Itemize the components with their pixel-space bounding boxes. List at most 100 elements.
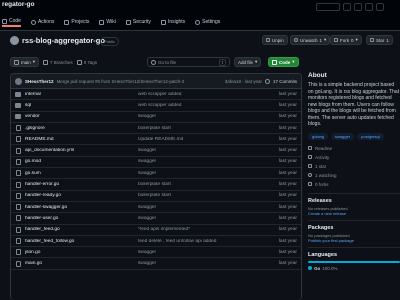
branches-link[interactable]: 7 Branches: [43, 59, 73, 65]
tab-actions[interactable]: Actions: [30, 17, 54, 27]
file-commit-message[interactable]: swagger: [138, 216, 268, 221]
repo-path[interactable]: regator-go: [2, 1, 35, 8]
file-row[interactable]: handler-ready.go boilerplate start last ye…: [11, 191, 301, 202]
file-row[interactable]: main.go swagger last year: [11, 258, 301, 270]
fork-button[interactable]: Fork 0 ▾: [330, 35, 362, 45]
file-commit-message[interactable]: swagger: [138, 261, 268, 266]
commit-message[interactable]: Merge pull request #5 from SHessTher12/S…: [57, 79, 185, 84]
avatar[interactable]: [10, 36, 19, 45]
file-row[interactable]: README.md Update README.md last year: [11, 134, 301, 146]
tab-projects[interactable]: Projects: [64, 17, 89, 27]
file-name[interactable]: handler-ready.go: [25, 193, 138, 198]
author-avatar[interactable]: [15, 77, 22, 85]
file-row[interactable]: json.go swagger last year: [11, 247, 301, 259]
topic-tag[interactable]: postgresql: [357, 132, 384, 140]
publish-package-link[interactable]: Publish your first package: [308, 238, 400, 243]
file-commit-message[interactable]: swagger: [138, 205, 268, 210]
commit-hash[interactable]: 3afea18 · last year: [225, 79, 262, 84]
file-row[interactable]: go.sum swagger last year: [11, 168, 301, 180]
topic-tag[interactable]: golang: [308, 132, 329, 140]
language-item[interactable]: Go 100.0%: [308, 266, 400, 271]
file-commit-message[interactable]: swagger: [138, 114, 268, 119]
file-name[interactable]: handler_feed.go: [25, 227, 138, 232]
tags-link[interactable]: 0 Tags: [76, 59, 97, 65]
file-name[interactable]: api_documentation.yml: [25, 148, 138, 153]
file-commit-message[interactable]: swagger: [138, 148, 268, 153]
plus-icon[interactable]: [343, 3, 351, 11]
pull-requests-icon[interactable]: [365, 3, 373, 11]
tab-settings[interactable]: Settings: [195, 17, 220, 27]
add-file-button[interactable]: Add file ▾: [234, 57, 262, 67]
file-name[interactable]: .gitignore: [25, 126, 138, 131]
file-row[interactable]: handler-error.go boilerplate start last ye…: [11, 179, 301, 191]
file-commit-message[interactable]: boilerplate start: [138, 126, 268, 131]
file-commit-message[interactable]: web scrapper added: [138, 92, 268, 97]
unpin-button[interactable]: Unpin: [262, 35, 288, 45]
file-row[interactable]: go.mod swagger last year: [11, 157, 301, 169]
file-row[interactable]: handler_feed.go *feed apis implemented* la…: [11, 225, 301, 236]
forks-link[interactable]: 0 forks: [308, 180, 400, 189]
top-search[interactable]: [316, 3, 384, 11]
file-name[interactable]: main.go: [25, 261, 138, 266]
tab-code[interactable]: Code: [2, 17, 21, 27]
file-name[interactable]: go.mod: [25, 159, 138, 164]
repo-name[interactable]: rss-blog-aggregator-go: [22, 36, 105, 45]
star-button[interactable]: Star 1: [366, 35, 393, 45]
file-row[interactable]: handler-swagger.go swagger last year: [11, 202, 301, 214]
topic-tag[interactable]: swagger: [331, 132, 355, 140]
stars-link[interactable]: 1 star: [308, 162, 400, 171]
file-commit-message[interactable]: swagger: [138, 171, 268, 176]
file-name[interactable]: handler_feed_follow.go: [25, 239, 138, 244]
star-count: 1: [386, 37, 389, 43]
file-commit-message[interactable]: swagger: [138, 250, 268, 255]
tab-insights[interactable]: Insights: [160, 17, 185, 27]
file-row[interactable]: .gitignore boilerplate start last year: [11, 123, 301, 135]
tab-security[interactable]: Security: [125, 17, 151, 27]
activity-link[interactable]: Activity: [308, 153, 400, 162]
file-row[interactable]: vendor swagger last year: [11, 112, 301, 123]
chevron-down-icon: ▾: [255, 59, 258, 64]
inbox-icon[interactable]: [376, 3, 384, 11]
file-row[interactable]: internal web scrapper added last year: [11, 89, 301, 101]
file-name[interactable]: json.go: [25, 250, 138, 255]
file-row[interactable]: api_documentation.yml swagger last year: [11, 145, 301, 157]
file-row[interactable]: handler-user.go swagger last year: [11, 213, 301, 225]
file-icon: [15, 136, 21, 143]
file-name[interactable]: handler-swagger.go: [25, 205, 138, 210]
file-commit-message[interactable]: swagger: [138, 159, 268, 164]
file-row[interactable]: sql web scrapper added last year: [11, 100, 301, 112]
file-name[interactable]: vendor: [25, 114, 138, 119]
file-name[interactable]: handler-user.go: [25, 216, 138, 221]
unwatch-button[interactable]: Unwatch 1 ▾: [290, 35, 331, 45]
file-commit-message[interactable]: *feed apis implemented*: [138, 227, 268, 232]
packages-heading[interactable]: Packages: [308, 225, 400, 231]
issues-icon[interactable]: [354, 3, 362, 11]
commits-link[interactable]: 17 Commits: [273, 79, 297, 84]
go-to-file-input[interactable]: Go to file t: [147, 57, 230, 67]
file-name[interactable]: internal: [25, 92, 138, 97]
divider: [308, 192, 400, 194]
tab-wiki[interactable]: Wiki: [99, 17, 116, 27]
file-name[interactable]: go.sum: [25, 171, 138, 176]
branch-selector[interactable]: main ▾: [10, 57, 40, 67]
file-commit-message[interactable]: boilerplate start: [138, 193, 268, 198]
file-commit-message[interactable]: feed delete , feed unfollow api added: [138, 239, 268, 244]
branch-icon: [14, 59, 19, 65]
search-box[interactable]: [316, 3, 340, 11]
readme-link[interactable]: Readme: [308, 144, 400, 153]
watchers-link[interactable]: 1 watching: [308, 171, 400, 180]
file-name[interactable]: sql: [25, 103, 138, 108]
file-row[interactable]: handler_feed_follow.go feed delete , feed…: [11, 236, 301, 248]
file-commit-message[interactable]: boilerplate start: [138, 182, 268, 187]
languages-heading: Languages: [308, 251, 338, 258]
create-release-link[interactable]: Create a new release: [308, 211, 400, 216]
commit-author[interactable]: SHessTher12: [25, 79, 54, 84]
code-button[interactable]: Code ▾: [268, 57, 299, 67]
file-icon: [15, 226, 21, 233]
fork-icon: [308, 182, 312, 186]
file-name[interactable]: handler-error.go: [25, 182, 138, 187]
file-commit-message[interactable]: web scrapper added: [138, 103, 268, 108]
file-name[interactable]: README.md: [25, 137, 138, 142]
releases-heading[interactable]: Releases: [308, 198, 400, 204]
file-commit-message[interactable]: Update README.md: [138, 137, 268, 142]
